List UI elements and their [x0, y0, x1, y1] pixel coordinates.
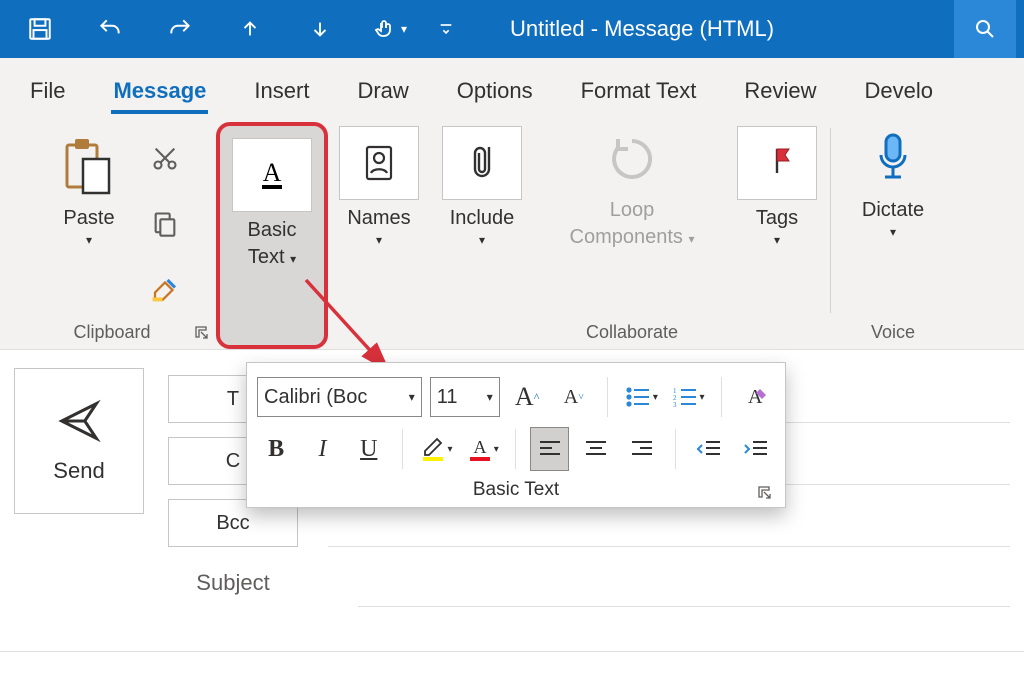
basic-text-label-2: Text [248, 246, 285, 268]
bold-button[interactable]: B [257, 427, 295, 471]
down-arrow-icon[interactable] [288, 0, 352, 58]
names-label: Names [347, 206, 410, 231]
basic-text-popup: Calibri (Boc▾ 11▾ A^ A˅ ▾ 123▾ A B I U ▾… [246, 362, 786, 508]
basic-text-button[interactable]: A Basic Text ▾ [224, 134, 320, 274]
font-color-icon[interactable]: A▾ [463, 427, 501, 471]
dialog-launcher-icon[interactable] [757, 485, 773, 501]
tab-review[interactable]: Review [720, 64, 840, 114]
copy-icon[interactable] [147, 206, 183, 242]
group-clipboard: Paste ▾ Clipboard [8, 122, 216, 349]
font-name-value: Calibri (Boc [264, 386, 403, 409]
decrease-indent-icon[interactable] [690, 427, 728, 471]
align-center-icon[interactable] [577, 427, 615, 471]
paste-label: Paste [63, 206, 114, 231]
loop-components-button: Loop Components ▾ [562, 122, 703, 254]
window-title: Untitled - Message (HTML) [510, 16, 774, 42]
group-tags: Tags ▾ [730, 122, 824, 349]
format-painter-icon[interactable] [147, 272, 183, 308]
tab-options[interactable]: Options [433, 64, 557, 114]
align-left-icon[interactable] [530, 427, 568, 471]
popup-title: Basic Text [473, 479, 559, 500]
search-button[interactable] [954, 0, 1016, 58]
align-right-icon[interactable] [623, 427, 661, 471]
font-size-combo[interactable]: 11▾ [430, 377, 500, 417]
grow-font-icon[interactable]: A^ [508, 375, 547, 419]
tab-draw[interactable]: Draw [333, 64, 432, 114]
tags-label: Tags [756, 206, 798, 231]
tab-developer[interactable]: Develo [841, 64, 957, 114]
touch-mode-icon[interactable]: ▾ [358, 0, 422, 58]
send-button[interactable]: Send [14, 368, 144, 514]
include-button[interactable]: Include ▾ [434, 122, 530, 252]
subject-field[interactable] [358, 559, 1010, 607]
italic-button[interactable]: I [303, 427, 341, 471]
group-label-voice: Voice [837, 322, 949, 343]
loop-label-2: Components [570, 226, 683, 248]
font-name-combo[interactable]: Calibri (Boc▾ [257, 377, 422, 417]
clear-formatting-icon[interactable]: A [736, 375, 775, 419]
group-include: Include ▾ [430, 122, 534, 349]
dictate-button[interactable]: Dictate ▾ [854, 122, 932, 244]
ribbon-tabs: File Message Insert Draw Options Format … [0, 58, 1024, 114]
svg-text:A: A [473, 437, 486, 457]
redo-icon[interactable] [148, 0, 212, 58]
customize-qat-icon[interactable] [428, 0, 464, 58]
tab-file[interactable]: File [6, 64, 89, 114]
loop-label-1: Loop [610, 198, 655, 223]
basic-text-label-1: Basic [248, 218, 297, 243]
underline-button[interactable]: U [350, 427, 388, 471]
tab-message[interactable]: Message [89, 64, 230, 114]
tab-format-text[interactable]: Format Text [557, 64, 721, 114]
highlight-color-icon[interactable]: ▾ [417, 427, 455, 471]
group-label-clipboard: Clipboard [8, 322, 216, 343]
titlebar: ▾ Untitled - Message (HTML) [0, 0, 1024, 58]
paste-button[interactable]: Paste ▾ [41, 130, 137, 252]
svg-text:A: A [263, 158, 282, 187]
chevron-down-icon: ▾ [86, 233, 92, 248]
increase-indent-icon[interactable] [737, 427, 775, 471]
send-label: Send [53, 458, 104, 484]
dictate-label: Dictate [862, 198, 924, 223]
undo-icon[interactable] [78, 0, 142, 58]
subject-label: Subject [168, 570, 298, 596]
save-icon[interactable] [8, 0, 72, 58]
shrink-font-icon[interactable]: A˅ [554, 375, 593, 419]
group-names: Names ▾ [328, 122, 430, 349]
group-label-collaborate: Collaborate [534, 322, 730, 343]
bullets-icon[interactable]: ▾ [622, 375, 661, 419]
tags-button[interactable]: Tags ▾ [729, 122, 825, 252]
include-label: Include [450, 206, 515, 231]
svg-text:3: 3 [673, 401, 677, 408]
font-size-value: 11 [437, 386, 481, 409]
names-button[interactable]: Names ▾ [331, 122, 427, 252]
group-collaborate: Loop Components ▾ Collaborate [534, 122, 730, 349]
group-voice: Dictate ▾ Voice [837, 122, 949, 349]
numbering-icon[interactable]: 123▾ [669, 375, 708, 419]
up-arrow-icon[interactable] [218, 0, 282, 58]
tab-insert[interactable]: Insert [230, 64, 333, 114]
dialog-launcher-icon[interactable] [194, 325, 210, 341]
cut-icon[interactable] [147, 140, 183, 176]
group-basic-text-highlighted: A Basic Text ▾ [216, 122, 328, 349]
ribbon: Paste ▾ Clipboard A [0, 114, 1024, 350]
